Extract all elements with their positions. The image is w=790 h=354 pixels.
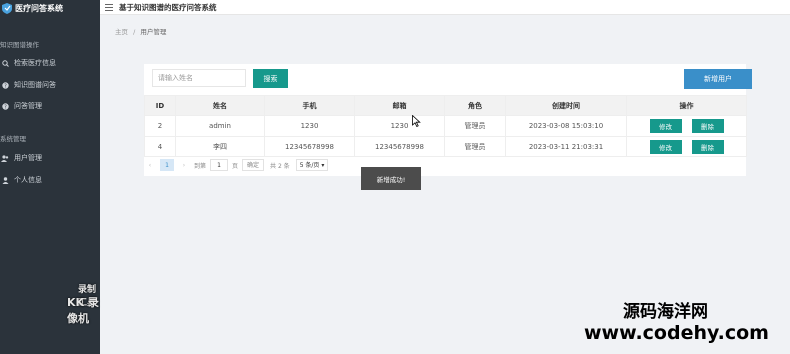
add-user-button[interactable]: 新增用户 — [684, 69, 752, 89]
delete-button[interactable]: 删除 — [691, 119, 724, 133]
col-header-role: 角色 — [444, 95, 506, 116]
breadcrumb-separator: / — [133, 28, 136, 36]
total-count: 共 2 条 — [270, 162, 290, 170]
edit-button[interactable]: 修改 — [649, 119, 682, 133]
goto-label: 到第 — [194, 162, 207, 170]
site-watermark: 源码海洋网 www.codehy.com — [584, 297, 769, 344]
next-page-button[interactable]: › — [178, 162, 190, 169]
table-row: 4 李四 12345678998 12345678998 管理员 2023-03… — [144, 136, 747, 157]
col-header-phone: 手机 — [264, 95, 355, 116]
cell-email: 12345678998 — [354, 136, 445, 157]
sidebar-item-search-medical[interactable]: 检索医疗信息 — [0, 56, 100, 70]
sidebar-item-user-management[interactable]: 用户管理 — [0, 151, 100, 165]
sidebar-item-label: 知识图谱问答 — [14, 81, 56, 89]
success-toast: 新增成功! — [361, 167, 421, 190]
col-header-name: 姓名 — [175, 95, 265, 116]
search-icon — [1, 59, 9, 67]
breadcrumb: 主页 / 用户管理 — [115, 26, 166, 36]
cell-email: 1230 — [354, 115, 445, 137]
prev-page-button[interactable]: ‹ — [144, 162, 156, 169]
delete-button[interactable]: 删除 — [691, 139, 724, 154]
pagination: ‹ 1 › 到第 1 页 确定 共 2 条 5 条/页 ▾ — [144, 158, 329, 172]
goto-page-input[interactable]: 1 — [210, 159, 229, 171]
menu-group-knowledge-graph: 知识图谱操作 — [0, 41, 39, 49]
cell-name: admin — [175, 115, 265, 137]
site-watermark-url: www.codehy.com — [584, 322, 769, 344]
table-header-row: ID 姓名 手机 邮箱 角色 创建时间 操作 — [144, 95, 747, 116]
sidebar-item-label: 个人信息 — [14, 176, 42, 184]
question-icon: ? — [1, 81, 9, 89]
sidebar-item-label: 问答管理 — [14, 102, 42, 110]
search-input[interactable] — [152, 69, 246, 87]
sidebar-item-profile[interactable]: 个人信息 — [0, 173, 100, 187]
cell-created: 2023-03-11 21:03:31 — [505, 136, 627, 157]
cell-id: 2 — [144, 115, 176, 137]
col-header-id: ID — [144, 95, 176, 116]
cell-role: 管理员 — [444, 136, 506, 157]
recorder-watermark-name: KK 录像机 — [67, 296, 99, 325]
menu-group-system: 系统管理 — [0, 135, 26, 143]
svg-text:?: ? — [4, 104, 7, 110]
page-unit-label: 页 — [232, 162, 239, 170]
cell-actions: 修改 删除 — [626, 115, 747, 137]
search-button[interactable]: 搜索 — [253, 69, 288, 88]
cell-actions: 修改 删除 — [626, 136, 747, 157]
breadcrumb-home[interactable]: 主页 — [115, 28, 128, 36]
edit-button[interactable]: 修改 — [649, 139, 682, 154]
sidebar-item-kg-qa[interactable]: ? 知识图谱问答 — [0, 78, 100, 92]
question-icon: ? — [1, 102, 9, 110]
chevron-down-icon: ▾ — [321, 162, 325, 169]
top-header: 基于知识图谱的医疗问答系统 — [100, 0, 790, 15]
page-number-current[interactable]: 1 — [160, 159, 174, 171]
user-icon — [1, 176, 9, 184]
users-icon — [1, 154, 9, 162]
cell-created: 2023-03-08 15:03:10 — [505, 115, 627, 137]
svg-text:?: ? — [4, 83, 7, 89]
shield-logo-icon — [2, 3, 12, 14]
app-logo: 医疗问答系统 — [0, 0, 100, 17]
sidebar-item-label: 检索医疗信息 — [14, 59, 56, 67]
sidebar-item-qa-management[interactable]: ? 问答管理 — [0, 99, 100, 113]
sidebar: 医疗问答系统 知识图谱操作 检索医疗信息 ? 知识图谱问答 ? 问答管理 系统管… — [0, 0, 100, 354]
site-watermark-name: 源码海洋网 — [623, 302, 708, 322]
cell-name: 李四 — [175, 136, 265, 157]
system-title: 基于知识图谱的医疗问答系统 — [119, 2, 217, 12]
cell-id: 4 — [144, 136, 176, 157]
mouse-cursor-icon — [412, 115, 421, 127]
cell-role: 管理员 — [444, 115, 506, 137]
app-title: 医疗问答系统 — [15, 4, 63, 13]
col-header-created: 创建时间 — [505, 95, 627, 116]
menu-toggle-icon[interactable] — [105, 3, 113, 11]
cell-phone: 12345678998 — [264, 136, 355, 157]
cell-phone: 1230 — [264, 115, 355, 137]
user-management-card: 搜索 新增用户 ID 姓名 手机 邮箱 角色 创建时间 操作 2 admin 1… — [144, 64, 752, 176]
col-header-actions: 操作 — [626, 95, 747, 116]
user-table: ID 姓名 手机 邮箱 角色 创建时间 操作 2 admin 1230 1230… — [144, 95, 747, 157]
col-header-email: 邮箱 — [354, 95, 445, 116]
page-size-select[interactable]: 5 条/页 ▾ — [295, 159, 329, 171]
sidebar-item-label: 用户管理 — [14, 154, 42, 162]
page-size-value: 5 条/页 — [299, 162, 320, 169]
breadcrumb-current: 用户管理 — [140, 28, 167, 36]
table-row: 2 admin 1230 1230 管理员 2023-03-08 15:03:1… — [144, 115, 747, 137]
goto-confirm-button[interactable]: 确定 — [242, 159, 265, 171]
